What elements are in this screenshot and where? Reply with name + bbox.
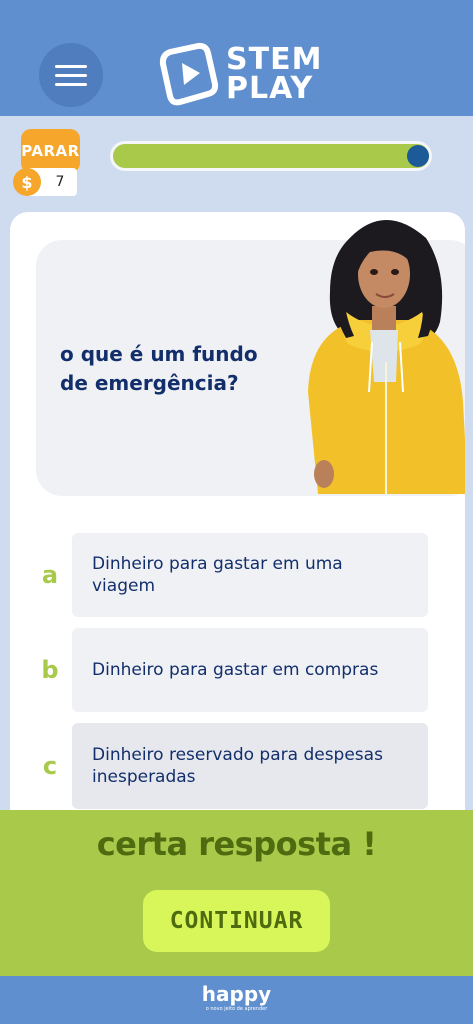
app-header: STEM PLAY <box>0 0 473 116</box>
footer-tagline: o novo jeito de aprender <box>205 1006 268 1012</box>
progress-fill <box>113 144 429 168</box>
logo-text-stem: STEM <box>226 42 323 77</box>
answer-text: Dinheiro para gastar em uma viagem <box>92 554 343 596</box>
result-panel: certa resposta ! CONTINUAR <box>0 810 473 976</box>
answer-option-a[interactable]: Dinheiro para gastar em uma viagem <box>72 533 428 617</box>
answer-text: Dinheiro reservado para despesas inesper… <box>92 745 383 787</box>
menu-button[interactable] <box>39 43 103 107</box>
answer-option-b[interactable]: Dinheiro para gastar em compras <box>72 628 428 712</box>
answer-letter-c: c <box>42 752 58 780</box>
result-title: certa resposta ! <box>96 825 377 863</box>
continue-button[interactable]: CONTINUAR <box>143 890 330 952</box>
logo-text-play: PLAY <box>226 71 314 106</box>
hamburger-icon <box>55 64 87 68</box>
coin-count: 7 <box>55 174 65 190</box>
footer-logo: happy <box>201 982 272 1006</box>
answer-text: Dinheiro para gastar em compras <box>92 660 379 680</box>
answer-letter-b: b <box>41 656 59 684</box>
answer-option-c[interactable]: Dinheiro reservado para despesas inesper… <box>72 723 428 809</box>
progress-bar <box>110 141 432 171</box>
app-footer: happy o novo jeito de aprender <box>0 976 473 1024</box>
stop-button[interactable]: PARAR <box>21 129 80 173</box>
answer-letter-a: a <box>41 561 59 589</box>
character-illustration <box>308 219 465 494</box>
coin-icon: $ <box>13 168 41 196</box>
question-text: o que é um fundo de emergência? <box>60 342 258 395</box>
progress-knob <box>407 145 429 167</box>
app-logo: STEM PLAY <box>158 40 322 108</box>
play-icon <box>159 42 219 106</box>
